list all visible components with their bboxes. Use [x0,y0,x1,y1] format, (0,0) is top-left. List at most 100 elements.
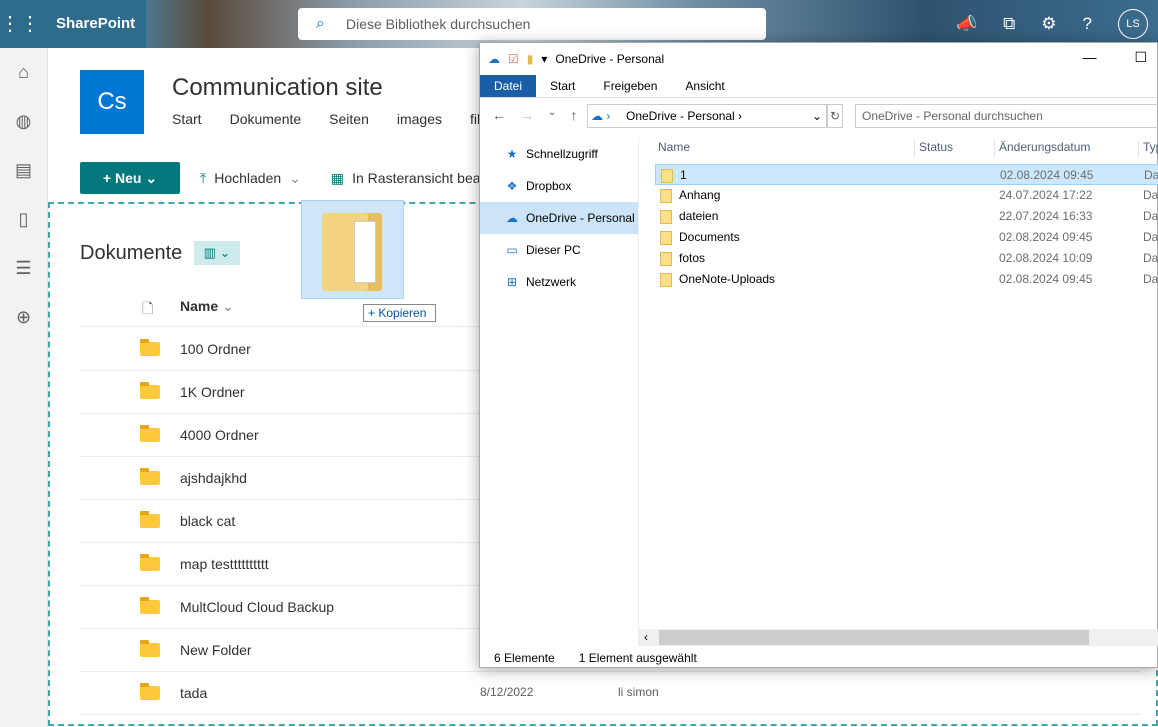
search-input[interactable]: ⌕ Diese Bibliothek durchsuchen [298,8,766,40]
address-dropdown[interactable]: ⌄ [812,105,822,127]
nav-start[interactable]: Start [172,111,202,127]
folder-icon [660,252,672,266]
folder-icon [660,210,672,224]
file-row[interactable]: Documents 02.08.2024 09:45 Dat [655,227,1158,248]
refresh-button[interactable]: ↻ [827,104,843,128]
list-icon[interactable]: ☰ [0,244,47,293]
help-icon[interactable]: ? [1083,14,1092,34]
file-icon[interactable]: ▯ [0,195,47,244]
address-bar[interactable]: ☁ › OneDrive - Personal › ⌄ [587,104,827,128]
minimize-button[interactable]: — [1082,49,1096,66]
column-name[interactable]: Name ⌄ [180,298,234,315]
file-name: fotos [679,251,706,265]
nav-images[interactable]: images [397,111,442,127]
news-icon[interactable]: ▤ [0,146,47,195]
explorer-search-input[interactable]: OneDrive - Personal durchsuchen [855,104,1158,128]
col-name[interactable]: Name [658,140,915,158]
folder-icon [660,273,672,287]
file-row[interactable]: Anhang 24.07.2024 17:22 Dat [655,185,1158,206]
file-row[interactable]: fotos 02.08.2024 10:09 Dat [655,248,1158,269]
row-name[interactable]: 1K Ordner [180,384,245,400]
row-name[interactable]: ajshdajkhd [180,470,247,486]
nav-this-pc[interactable]: ▭ Dieser PC [480,234,638,266]
nav-label: Dropbox [526,179,572,193]
quick-access-dropdown-icon[interactable]: ▾ [541,52,547,66]
back-button[interactable]: ← [492,107,506,123]
nav-network[interactable]: ⊞ Netzwerk [480,266,638,298]
file-type-icon: 🗋 [142,300,154,316]
row-name[interactable]: MultCloud Cloud Backup [180,599,334,615]
col-type[interactable]: Typ [1143,140,1158,158]
gear-icon[interactable]: ⚙ [1041,14,1056,34]
horizontal-scrollbar[interactable]: ‹ [639,629,1158,646]
row-name[interactable]: New Folder [180,642,252,658]
maximize-button[interactable]: ☐ [1134,49,1147,66]
upload-icon: ⤒ [200,169,207,186]
suite-bar: ⋮⋮⋮ SharePoint ⌕ Diese Bibliothek durchsu… [0,0,1158,48]
col-date[interactable]: Änderungsdatum [999,140,1139,158]
file-row[interactable]: dateien 22.07.2024 16:33 Dat [655,206,1158,227]
folder-icon [660,231,672,245]
row-modified-by: li simon [618,685,659,699]
app-name[interactable]: SharePoint [48,0,146,48]
file-row[interactable]: OneNote-Uploads 02.08.2024 09:45 Dat [655,269,1158,290]
globe-icon[interactable]: ◍ [0,97,47,146]
folder-icon [140,425,160,442]
row-name[interactable]: map testttttttttt [180,556,269,572]
library-title: Dokumente [80,242,183,264]
grid-view-button[interactable]: ▦ In Rasteransicht bea [331,170,481,187]
folder-icon[interactable]: ▮ [527,52,534,66]
file-type: Dat [1143,188,1158,202]
row-name[interactable]: 100 Ordner [180,341,251,357]
column-headers: Name Status Änderungsdatum Typ [639,136,1158,158]
nav-quick-access[interactable]: ★ Schnellzugriff [480,138,638,170]
new-button[interactable]: + Neu ⌄ [80,162,180,194]
folder-icon [140,640,160,657]
file-row[interactable]: 1 02.08.2024 09:45 Dat [655,164,1158,185]
forward-button[interactable]: → [520,107,534,123]
nav-label: OneDrive - Personal [526,211,635,225]
tab-datei[interactable]: Datei [480,75,537,97]
app-launcher-icon[interactable]: ⋮⋮⋮ [0,0,60,48]
folder-icon [140,554,160,571]
grid-label: In Rasteransicht bea [352,170,481,186]
up-button[interactable]: ↑ [570,107,577,123]
file-date: 02.08.2024 09:45 [1000,168,1094,182]
grid-icon: ▦ [330,169,345,186]
nav-onedrive[interactable]: ☁ OneDrive - Personal [480,202,638,234]
file-name: dateien [679,209,719,223]
nav-seiten[interactable]: Seiten [329,111,369,127]
tab-ansicht[interactable]: Ansicht [671,75,738,97]
megaphone-icon[interactable]: 📣 [956,14,977,34]
tab-freigeben[interactable]: Freigeben [589,75,671,97]
folder-icon [140,683,160,700]
file-date: 02.08.2024 09:45 [999,230,1093,244]
row-name[interactable]: black cat [180,513,235,529]
upload-button[interactable]: ⤒ Hochladen ⌄ [200,170,301,187]
add-icon[interactable]: ⊕ [0,293,47,342]
nav-label: Schnellzugriff [526,147,598,161]
file-type: Dat [1144,168,1158,182]
nav-dokumente[interactable]: Dokumente [230,111,302,127]
nav-label: Netzwerk [526,275,577,289]
home-icon[interactable]: ⌂ [0,48,47,97]
view-switcher[interactable]: ▥ ⌄ [194,241,240,265]
onedrive-icon: ☁ [488,52,500,66]
tab-start[interactable]: Start [536,75,589,97]
avatar[interactable]: LS [1118,9,1148,39]
list-row[interactable]: tada 8/12/2022 li simon [80,672,1140,715]
file-name: Anhang [679,188,721,202]
share-icon[interactable]: ⧉ [1003,14,1015,34]
folder-icon [140,511,160,528]
dropbox-icon: ❖ [506,179,518,193]
row-name[interactable]: 4000 Ordner [180,427,259,443]
folder-icon [140,339,160,356]
window-title: OneDrive - Personal [555,52,665,66]
col-status[interactable]: Status [919,140,995,158]
selection-count: 1 Element ausgewählt [578,651,697,665]
row-name[interactable]: tada [180,685,207,701]
nav-dropbox[interactable]: ❖ Dropbox [480,170,638,202]
recent-dropdown[interactable]: ⌄ [548,107,556,123]
properties-icon[interactable]: ☑ [508,52,519,66]
ribbon-tabs: Datei Start Freigeben Ansicht [480,75,1157,98]
